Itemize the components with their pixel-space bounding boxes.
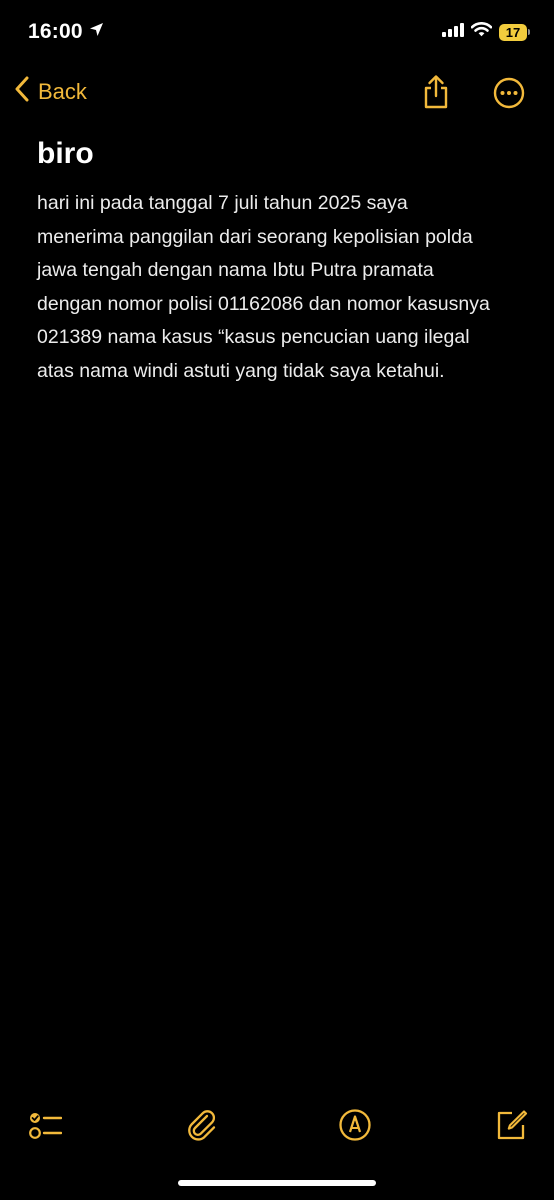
share-button[interactable] [420,74,452,110]
markup-button[interactable] [338,1108,372,1142]
cellular-signal-icon [442,22,464,42]
status-time: 16:00 [28,20,83,43]
status-bar: 16:00 17 [0,0,554,66]
bottom-toolbar [0,1100,554,1150]
attachment-button[interactable] [185,1108,219,1142]
chevron-left-icon [14,76,30,108]
note-body[interactable]: hari ini pada tanggal 7 juli tahun 2025 … [37,187,497,388]
status-time-group: 16:00 [28,20,104,44]
checklist-button[interactable] [28,1108,63,1142]
compose-button[interactable] [494,1108,528,1142]
checklist-icon [28,1113,63,1146]
nav-bar: Back [0,70,554,120]
back-label: Back [38,79,87,104]
wifi-icon [470,22,493,42]
home-indicator [178,1180,376,1186]
more-button[interactable] [493,77,525,109]
battery-level: 17 [499,23,527,41]
compose-icon [494,1110,528,1146]
share-icon [420,75,452,114]
paperclip-icon [185,1110,219,1146]
markup-pen-icon [338,1109,372,1146]
ellipsis-circle-icon [493,77,525,113]
back-button[interactable]: Back [14,76,87,108]
location-arrow-icon [89,22,104,42]
battery-icon: 17 [499,23,532,42]
status-indicators: 17 [442,22,532,42]
battery-cap [528,29,530,35]
note-title[interactable]: biro [37,137,94,171]
